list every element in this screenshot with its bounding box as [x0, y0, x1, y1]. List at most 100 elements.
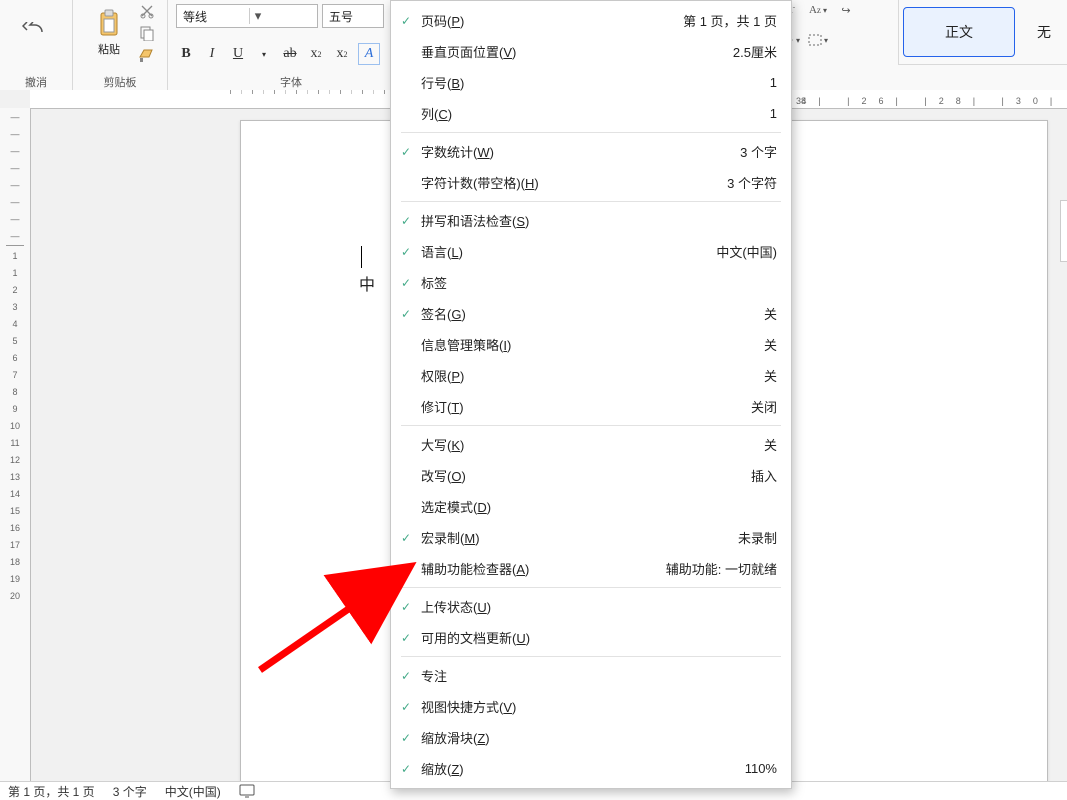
underline-dd[interactable]: ▾: [254, 44, 274, 64]
menu-item-value: 关闭: [751, 397, 777, 416]
doc-text: 中: [359, 271, 375, 295]
format-painter-icon[interactable]: [138, 47, 156, 63]
menu-item-label: 缩放滑块(Z): [421, 728, 490, 747]
menu-item-label: 缩放(Z): [421, 759, 464, 778]
check-icon: ✓: [401, 214, 421, 228]
check-icon: ✓: [401, 145, 421, 159]
menu-item[interactable]: ✓缩放滑块(Z): [391, 722, 791, 753]
menu-item[interactable]: ✓签名(G) 关: [391, 298, 791, 329]
menu-item[interactable]: 列(C)1: [391, 98, 791, 129]
check-icon: ✓: [401, 762, 421, 776]
menu-item[interactable]: 垂直页面位置(V)2.5厘米: [391, 36, 791, 67]
menu-item[interactable]: 修订(T) 关闭: [391, 391, 791, 422]
subscript-button[interactable]: x2: [306, 44, 326, 64]
menu-item[interactable]: ✓页码(P)第 1 页，共 1 页: [391, 5, 791, 36]
menu-separator: [401, 201, 781, 202]
menu-item-label: 可用的文档更新(U): [421, 628, 530, 647]
check-icon: ✓: [401, 276, 421, 290]
style-next[interactable]: 无: [1037, 22, 1051, 42]
bold-button[interactable]: B: [176, 44, 196, 64]
menu-item-value: 关: [764, 366, 777, 385]
font-size-combo[interactable]: 五号▾: [322, 4, 384, 28]
menu-item-label: 选定模式(D): [421, 497, 491, 516]
copy-icon[interactable]: [138, 25, 156, 41]
style-normal-label: 正文: [945, 22, 973, 42]
menu-item-value: 110%: [745, 761, 777, 776]
menu-item[interactable]: ✓视图快捷方式(V): [391, 691, 791, 722]
menu-item-label: 上传状态(U): [421, 597, 491, 616]
arrow-icon[interactable]: ↪: [834, 2, 858, 18]
vertical-ruler[interactable]: ————————11234567891011121314151617181920: [0, 108, 31, 782]
menu-item-label: 页码(P): [421, 11, 464, 30]
check-icon: ✓: [401, 600, 421, 614]
menu-item[interactable]: 字符计数(带空格)(H)3 个字符: [391, 167, 791, 198]
chevron-down-icon: ▾: [249, 8, 266, 24]
borders-icon[interactable]: [806, 32, 830, 48]
menu-item-value: 1: [770, 106, 777, 121]
font-name-combo[interactable]: 等线▾: [176, 4, 318, 28]
menu-separator: [401, 656, 781, 657]
menu-item[interactable]: 权限(P)关: [391, 360, 791, 391]
menu-item[interactable]: ✓语言(L)中文(中国): [391, 236, 791, 267]
underline-button[interactable]: U: [228, 44, 248, 64]
superscript-button[interactable]: x2: [332, 44, 352, 64]
menu-item-label: 改写(O): [421, 466, 466, 485]
menu-item[interactable]: ✓辅助功能检查器(A)辅助功能: 一切就绪: [391, 553, 791, 584]
menu-item-label: 辅助功能检查器(A): [421, 559, 529, 578]
menu-item[interactable]: ✓可用的文档更新(U): [391, 622, 791, 653]
undo-button[interactable]: [11, 2, 61, 62]
paste-label: 粘贴: [98, 41, 120, 57]
menu-item[interactable]: ✓拼写和语法检查(S): [391, 205, 791, 236]
status-words[interactable]: 3 个字: [113, 783, 147, 800]
menu-item-value: 关: [764, 435, 777, 454]
text-effects-button[interactable]: A: [358, 43, 380, 65]
check-icon: ✓: [401, 631, 421, 645]
menu-item[interactable]: 改写(O)插入: [391, 460, 791, 491]
menu-item[interactable]: 行号(B)1: [391, 67, 791, 98]
menu-item-label: 视图快捷方式(V): [421, 697, 516, 716]
menu-item-value: 1: [770, 75, 777, 90]
menu-item-label: 语言(L): [421, 242, 463, 261]
menu-item-label: 标签: [421, 273, 447, 292]
menu-item-value: 中文(中国): [716, 242, 777, 261]
check-icon: ✓: [401, 731, 421, 745]
menu-item[interactable]: ✓专注: [391, 660, 791, 691]
menu-item-label: 垂直页面位置(V): [421, 42, 516, 61]
menu-item-label: 大写(K): [421, 435, 464, 454]
menu-item[interactable]: ✓上传状态(U): [391, 591, 791, 622]
cut-icon[interactable]: [138, 3, 156, 19]
italic-button[interactable]: I: [202, 44, 222, 64]
menu-item-label: 修订(T): [421, 397, 464, 416]
menu-item[interactable]: ✓字数统计(W)3 个字: [391, 136, 791, 167]
check-icon: ✓: [401, 700, 421, 714]
menu-item-value: 关: [764, 335, 777, 354]
clipboard-icon: [95, 9, 123, 39]
menu-item-label: 宏录制(M): [421, 528, 480, 547]
menu-separator: [401, 587, 781, 588]
font-size-value: 五号: [323, 8, 395, 25]
check-icon: ✓: [401, 307, 421, 321]
menu-item-label: 拼写和语法检查(S): [421, 211, 529, 230]
menu-item-label: 签名(G): [421, 304, 466, 323]
styles-group: 正文 无: [898, 0, 1067, 65]
status-page[interactable]: 第 1 页，共 1 页: [8, 783, 95, 800]
menu-item[interactable]: 信息管理策略(I)关: [391, 329, 791, 360]
style-normal[interactable]: 正文: [903, 7, 1015, 57]
menu-item[interactable]: ✓缩放(Z) 110%: [391, 753, 791, 784]
display-settings-icon[interactable]: [239, 784, 255, 798]
menu-item[interactable]: ✓标签: [391, 267, 791, 298]
sort-icon[interactable]: Az: [806, 2, 830, 18]
undo-icon: [22, 22, 50, 42]
menu-item-value: 关: [764, 304, 777, 323]
menu-item-value: 第 1 页，共 1 页: [683, 11, 777, 30]
menu-item-value: 未录制: [738, 528, 777, 547]
strike-button[interactable]: ab: [280, 44, 300, 64]
undo-group: 撤消: [0, 0, 73, 92]
status-lang[interactable]: 中文(中国): [165, 783, 221, 800]
menu-item-value: 3 个字: [740, 142, 777, 161]
menu-item[interactable]: 大写(K) 关: [391, 429, 791, 460]
menu-separator: [401, 132, 781, 133]
menu-item[interactable]: 选定模式(D): [391, 491, 791, 522]
paste-button[interactable]: 粘贴: [84, 3, 134, 63]
menu-item[interactable]: ✓宏录制(M)未录制: [391, 522, 791, 553]
